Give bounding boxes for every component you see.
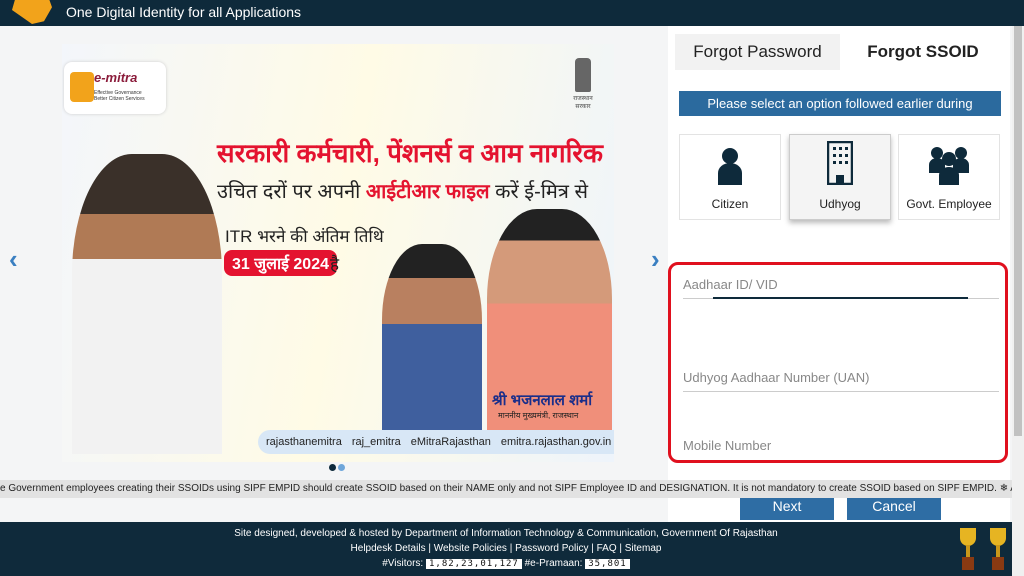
banner-text: है xyxy=(330,255,340,274)
link-faq[interactable]: FAQ xyxy=(597,543,617,554)
carousel-banner[interactable]: e-mitra Effective Governance Better Citi… xyxy=(62,44,614,462)
ssoid-form: Aadhaar ID/ VID Udhyog Aadhaar Number (U… xyxy=(668,262,1008,463)
carousel-next-icon[interactable]: › xyxy=(651,244,660,275)
link-website-policies[interactable]: Website Policies xyxy=(434,543,507,554)
banner-deadline-label: ITR भरने की अंतिम तिथि xyxy=(225,227,384,246)
instagram-handle: raj_emitra xyxy=(351,436,401,448)
banner-date: 31 जुलाई 2024 xyxy=(224,250,338,276)
footer: Site designed, developed & hosted by Dep… xyxy=(0,522,1012,576)
social-links: rajasthanemitra raj_emitra eMitraRajasth… xyxy=(258,430,614,454)
forgot-panel: Forgot Password Forgot SSOID Please sele… xyxy=(668,26,1010,522)
epramaan-count: 35,801 xyxy=(585,559,630,569)
x-handle: eMitraRajasthan xyxy=(410,436,491,448)
state-emblem: राजस्थान सरकार xyxy=(568,58,598,110)
notice-ticker: e Government employees creating their SS… xyxy=(0,480,1012,498)
option-udhyog[interactable]: Udhyog xyxy=(789,134,891,220)
minister-image xyxy=(382,244,482,434)
aadhaar-input[interactable]: Aadhaar ID/ VID xyxy=(683,277,999,299)
option-govt-employee[interactable]: Govt. Employee xyxy=(898,134,1000,220)
cm-title: माननीय मुख्यमंत्री, राजस्थान xyxy=(498,411,579,420)
mobile-input[interactable]: Mobile Number xyxy=(683,438,999,459)
carousel-dot[interactable] xyxy=(329,464,336,471)
man-with-laptop-image xyxy=(72,154,222,454)
website-link: emitra.rajasthan.gov.in xyxy=(500,436,612,448)
tab-forgot-ssoid[interactable]: Forgot SSOID xyxy=(840,34,1006,70)
counters: #Visitors: 1,82,23,01,127 #e-Pramaan: 35… xyxy=(0,558,1012,569)
trophy-icon xyxy=(990,528,1006,570)
cm-name: श्री भजनलाल शर्मा xyxy=(492,392,593,409)
scrollbar[interactable] xyxy=(1012,26,1024,576)
carousel-prev-icon[interactable]: ‹ xyxy=(9,244,18,275)
cancel-button[interactable]: Cancel xyxy=(847,498,941,520)
carousel-indicators[interactable] xyxy=(329,464,345,471)
scrollbar-thumb[interactable] xyxy=(1014,26,1022,436)
banner-subheadline: उचित दरों पर अपनी आईटीआर फाइल करें ई-मित… xyxy=(217,181,589,203)
person-icon xyxy=(718,148,742,185)
trophy-icon xyxy=(960,528,976,570)
next-button[interactable]: Next xyxy=(740,498,834,520)
instruction-bar: Please select an option followed earlier… xyxy=(679,91,1001,136)
link-helpdesk[interactable]: Helpdesk Details xyxy=(351,543,426,554)
link-password-policy[interactable]: Password Policy xyxy=(515,543,588,554)
tagline: One Digital Identity for all Application… xyxy=(66,4,302,20)
uan-input[interactable]: Udhyog Aadhaar Number (UAN) xyxy=(683,370,999,392)
rajasthan-logo xyxy=(12,0,52,24)
building-icon xyxy=(827,141,853,185)
carousel-dot[interactable] xyxy=(338,464,345,471)
link-sitemap[interactable]: Sitemap xyxy=(625,543,662,554)
emitra-logo: e-mitra Effective Governance Better Citi… xyxy=(64,62,166,114)
tab-forgot-password[interactable]: Forgot Password xyxy=(675,34,840,70)
visitor-count: 1,82,23,01,127 xyxy=(425,559,522,569)
banner-headline: सरकारी कर्मचारी, पेंशनर्स व आम नागरिक xyxy=(217,138,603,168)
footer-credit: Site designed, developed & hosted by Dep… xyxy=(234,528,778,539)
facebook-handle: rajasthanemitra xyxy=(266,436,342,448)
footer-links: Helpdesk Details | Website Policies | Pa… xyxy=(350,543,662,554)
option-citizen[interactable]: Citizen xyxy=(679,134,781,220)
group-icon xyxy=(929,147,969,185)
header: One Digital Identity for all Application… xyxy=(0,0,1024,26)
